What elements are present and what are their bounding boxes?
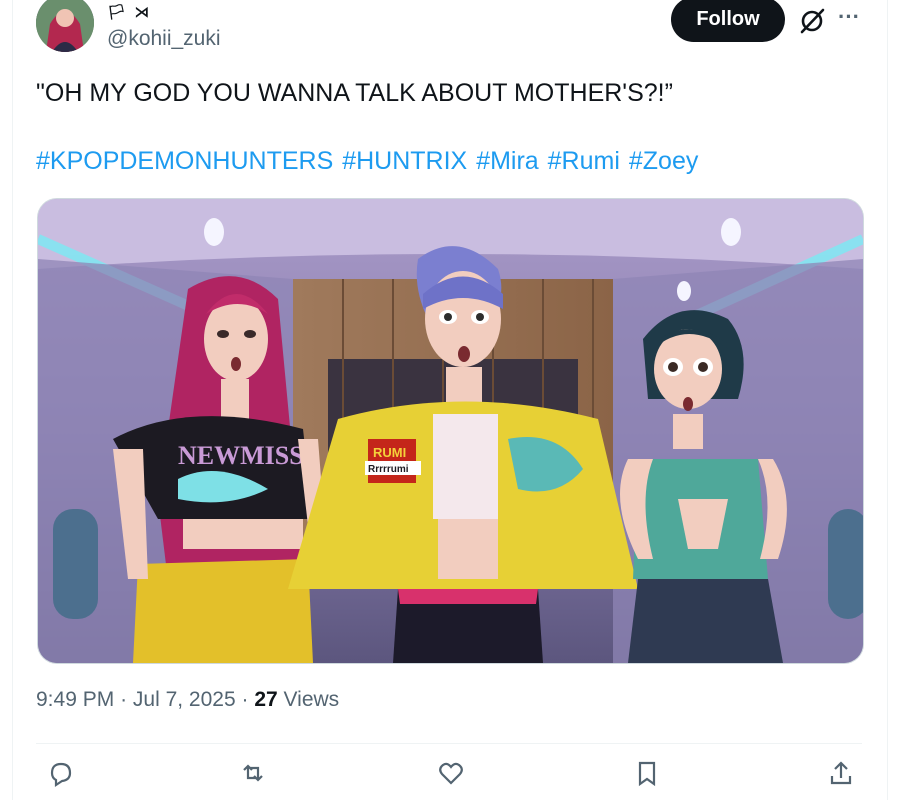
tweet-date[interactable]: Jul 7, 2025 — [133, 688, 236, 711]
views-label[interactable]: Views — [284, 688, 340, 711]
views-count[interactable]: 27 — [254, 688, 277, 711]
tweet-time[interactable]: 9:49 PM — [36, 688, 114, 711]
hashtag-link[interactable]: #Mira — [476, 147, 539, 175]
like-icon[interactable] — [436, 758, 466, 788]
grok-icon[interactable] — [798, 7, 826, 35]
hashtag-row: #KPOPDEMONHUNTERS #HUNTRIX #Mira #Rumi #… — [36, 144, 856, 178]
author-handle[interactable]: @kohii_zuki — [107, 27, 221, 51]
bookmark-icon[interactable] — [632, 758, 662, 788]
hashtag-link[interactable]: #Zoey — [629, 147, 698, 175]
jacket-patch-text: RUMI — [373, 445, 406, 460]
follow-button[interactable]: Follow — [671, 0, 785, 42]
hashtag-link[interactable]: #KPOPDEMONHUNTERS — [36, 147, 333, 175]
action-bar-divider — [36, 743, 862, 744]
share-icon[interactable] — [826, 758, 856, 788]
repost-icon[interactable] — [238, 758, 268, 788]
author-display-name[interactable]: 🏳 ⋊ — [107, 3, 151, 21]
hashtag-link[interactable]: #Rumi — [548, 147, 620, 175]
jacket-tag-text: Rrrrrumi — [368, 464, 409, 475]
hashtag-link[interactable]: #HUNTRIX — [342, 147, 467, 175]
tweet-text: "OH MY GOD YOU WANNA TALK ABOUT MOTHER'S… — [36, 79, 673, 107]
tweet-media-image[interactable]: NEWMISS RUMI Rrrrrumi — [37, 198, 864, 664]
meta-separator: · — [120, 688, 128, 711]
more-icon[interactable]: ··· — [836, 6, 862, 32]
meta-separator: · — [241, 688, 249, 711]
tweet-meta: 9:49 PM · Jul 7, 2025 · 27 Views — [36, 688, 339, 712]
reply-icon[interactable] — [46, 758, 76, 788]
media-illustration: NEWMISS RUMI Rrrrrumi — [38, 199, 863, 663]
shirt-text: NEWMISS — [178, 441, 304, 470]
